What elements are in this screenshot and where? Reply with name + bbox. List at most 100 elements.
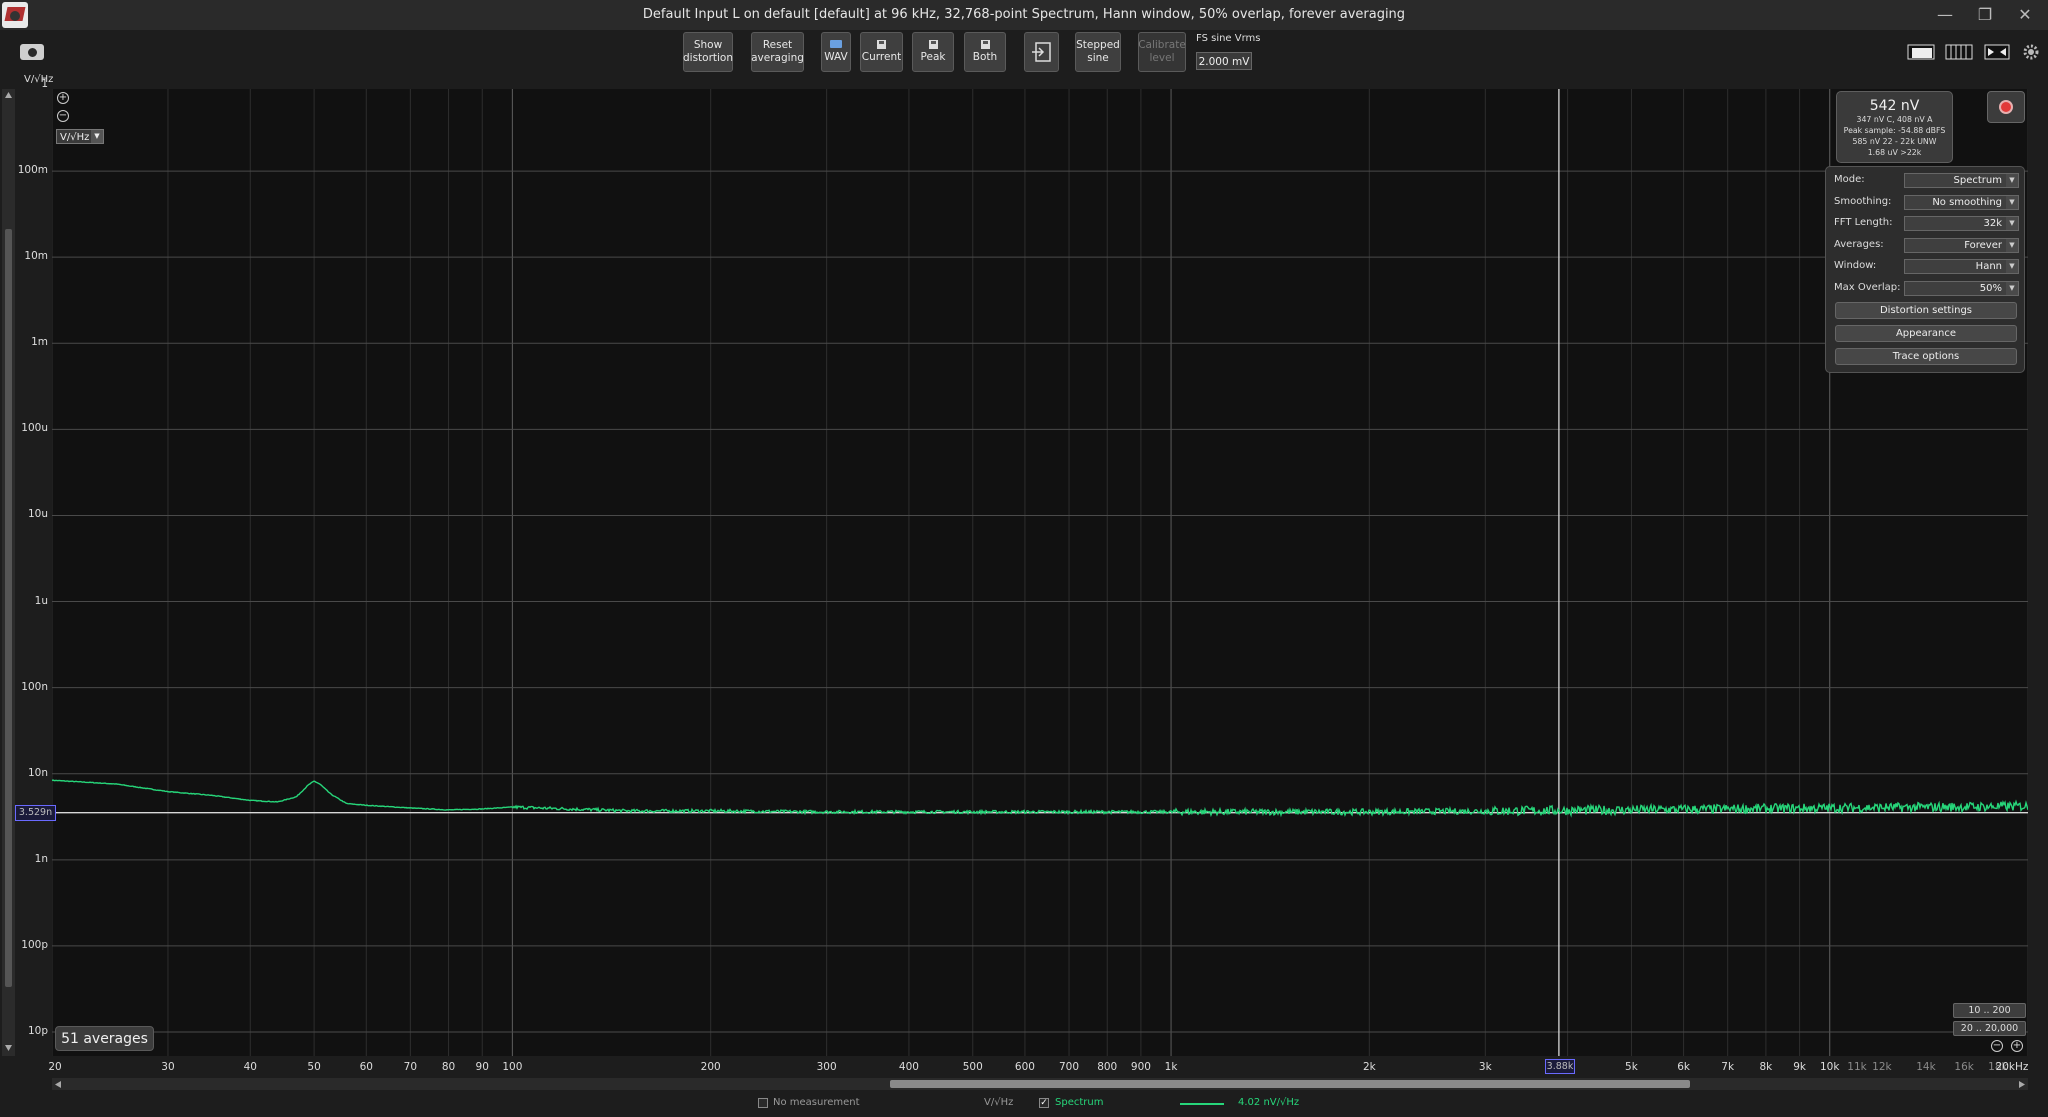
- stepped-sine-button[interactable]: Stepped sine: [1075, 32, 1121, 72]
- y-tick-label: 100u: [21, 422, 48, 435]
- spectrum-checkbox[interactable]: ✓: [1039, 1098, 1049, 1108]
- columns-view-icon[interactable]: [1944, 42, 1974, 62]
- y-tick-label: 10m: [24, 250, 48, 263]
- fft-length-select[interactable]: 32k ▼: [1904, 216, 2019, 231]
- peak-label: Peak: [920, 51, 946, 63]
- x-tick-label: 2k: [1362, 1061, 1376, 1073]
- title-bar: Default Input L on default [default] at …: [0, 0, 2048, 31]
- meter-line-4: 1.68 uV >22k: [1867, 148, 1922, 157]
- spectrum-legend-swatch: [1180, 1103, 1224, 1105]
- window-select[interactable]: Hann ▼: [1904, 259, 2019, 274]
- wav-button[interactable]: WAV: [821, 32, 851, 72]
- x-tick-label: 1k: [1164, 1061, 1178, 1073]
- camera-icon[interactable]: [20, 44, 44, 60]
- single-view-icon[interactable]: [1906, 42, 1936, 62]
- trace-options-button[interactable]: Trace options: [1835, 348, 2017, 365]
- y-cursor-readout: 3.529n: [15, 805, 56, 821]
- spectrum-trace: [52, 779, 2028, 818]
- horizontal-scroll-thumb[interactable]: [890, 1080, 1690, 1088]
- calibrate-level-button[interactable]: Calibrate level: [1138, 32, 1186, 72]
- x-tick-label: 7k: [1721, 1061, 1735, 1073]
- x-tick-label: 400: [898, 1061, 919, 1073]
- meter-line-3: 585 nV 22 - 22k UNW: [1852, 137, 1937, 146]
- y-tick-label: 10u: [27, 508, 48, 521]
- scroll-down-icon[interactable]: [4, 1044, 13, 1052]
- smoothing-select[interactable]: No smoothing ▼: [1904, 195, 2019, 210]
- x-zoom-in-icon[interactable]: +: [2011, 1040, 2023, 1052]
- restore-icon[interactable]: ❐: [1970, 4, 2000, 26]
- zoom-out-icon[interactable]: −: [57, 110, 69, 122]
- folder-icon: [830, 40, 842, 48]
- x-tick-label: 900: [1130, 1061, 1151, 1073]
- status-unit-label: V/√Hz: [984, 1097, 1014, 1108]
- settings-panel: Mode: Spectrum ▼ Smoothing: No smoothing ▼ F…: [1825, 166, 2025, 373]
- x-tick-label: 40: [243, 1061, 257, 1073]
- mode-select[interactable]: Spectrum ▼: [1904, 173, 2019, 188]
- show-distortion-button[interactable]: Show distortion: [683, 32, 733, 72]
- x-tick-label: 500: [962, 1061, 983, 1073]
- max-overlap-select[interactable]: 50% ▼: [1904, 281, 2019, 296]
- x-tick-label: 11k: [1847, 1061, 1867, 1073]
- minimize-icon[interactable]: —: [1930, 4, 1960, 26]
- averages-label: Averages:: [1834, 239, 1884, 250]
- unit-select-value: V/√Hz: [60, 132, 90, 143]
- x-tick-label: 5k: [1625, 1061, 1638, 1073]
- x-tick-label: 600: [1014, 1061, 1035, 1073]
- scroll-right-icon[interactable]: [2018, 1080, 2026, 1089]
- spectrum-plot[interactable]: [52, 89, 2028, 1056]
- both-label: Both: [972, 51, 998, 63]
- vertical-scrollbar[interactable]: [2, 89, 15, 1056]
- scroll-left-icon[interactable]: [54, 1080, 62, 1089]
- fullscreen-icon[interactable]: [1983, 42, 2011, 62]
- save-both-button[interactable]: Both: [964, 32, 1006, 72]
- window-label: Window:: [1834, 260, 1877, 271]
- y-tick-label: 100p: [21, 938, 48, 951]
- meter-value: 542 nV: [1869, 98, 1920, 114]
- x-zoom-out-icon[interactable]: −: [1991, 1040, 2003, 1052]
- x-tick-label: 9k: [1793, 1061, 1806, 1073]
- y-tick-label: 1m: [31, 336, 48, 349]
- range-20-20000-button[interactable]: 20 .. 20,000: [1953, 1021, 2026, 1036]
- x-tick-label: 3k: [1478, 1061, 1492, 1073]
- horizontal-scrollbar[interactable]: [52, 1078, 2028, 1090]
- window-title: Default Input L on default [default] at …: [642, 7, 1406, 22]
- mode-row: Mode: Spectrum ▼: [1834, 173, 2020, 189]
- x-tick-label: 16k: [1954, 1061, 1974, 1073]
- save-peak-button[interactable]: Peak: [912, 32, 954, 72]
- smoothing-row: Smoothing: No smoothing ▼: [1834, 195, 2020, 211]
- x-tick-label: 800: [1097, 1061, 1118, 1073]
- zoom-in-icon[interactable]: +: [57, 92, 69, 104]
- scroll-up-icon[interactable]: [4, 91, 13, 99]
- window-value: Hann: [1975, 261, 2002, 272]
- meter-line-1: 347 nV C, 408 nV A: [1856, 115, 1933, 124]
- averages-select[interactable]: Forever ▼: [1904, 238, 2019, 253]
- averages-value: Forever: [1964, 240, 2002, 251]
- gear-icon[interactable]: [2020, 42, 2042, 62]
- mode-label: Mode:: [1834, 174, 1865, 185]
- x-tick-label: 200: [700, 1061, 721, 1073]
- fs-sine-input[interactable]: 2.000 mV: [1196, 52, 1252, 70]
- max-overlap-value: 50%: [1979, 283, 2002, 294]
- spectrum-label: Spectrum: [1055, 1097, 1104, 1108]
- x-tick-label: 6k: [1677, 1061, 1690, 1073]
- no-measurement-label: No measurement: [773, 1097, 860, 1108]
- unit-select[interactable]: V/√Hz ▼: [56, 129, 104, 144]
- current-label: Current: [861, 51, 902, 63]
- no-measurement-checkbox[interactable]: [758, 1098, 768, 1108]
- x-tick-label: 700: [1058, 1061, 1080, 1073]
- record-button[interactable]: [1987, 91, 2025, 123]
- fft-length-row: FFT Length: 32k ▼: [1834, 216, 2020, 232]
- import-button[interactable]: [1024, 32, 1059, 72]
- save-icon: [877, 40, 886, 49]
- x-tick-label: 50: [307, 1061, 321, 1073]
- range-10-200-button[interactable]: 10 .. 200: [1953, 1003, 2026, 1018]
- save-current-button[interactable]: Current: [860, 32, 903, 72]
- close-icon[interactable]: ✕: [2010, 4, 2040, 26]
- chevron-down-icon: ▼: [2006, 239, 2018, 252]
- distortion-settings-button[interactable]: Distortion settings: [1835, 302, 2017, 319]
- averages-row: Averages: Forever ▼: [1834, 238, 2020, 254]
- appearance-button[interactable]: Appearance: [1835, 325, 2017, 342]
- chevron-down-icon: ▼: [2006, 282, 2018, 295]
- reset-averaging-button[interactable]: Reset averaging: [751, 32, 804, 72]
- stepped-sine-label: Stepped sine: [1076, 39, 1120, 64]
